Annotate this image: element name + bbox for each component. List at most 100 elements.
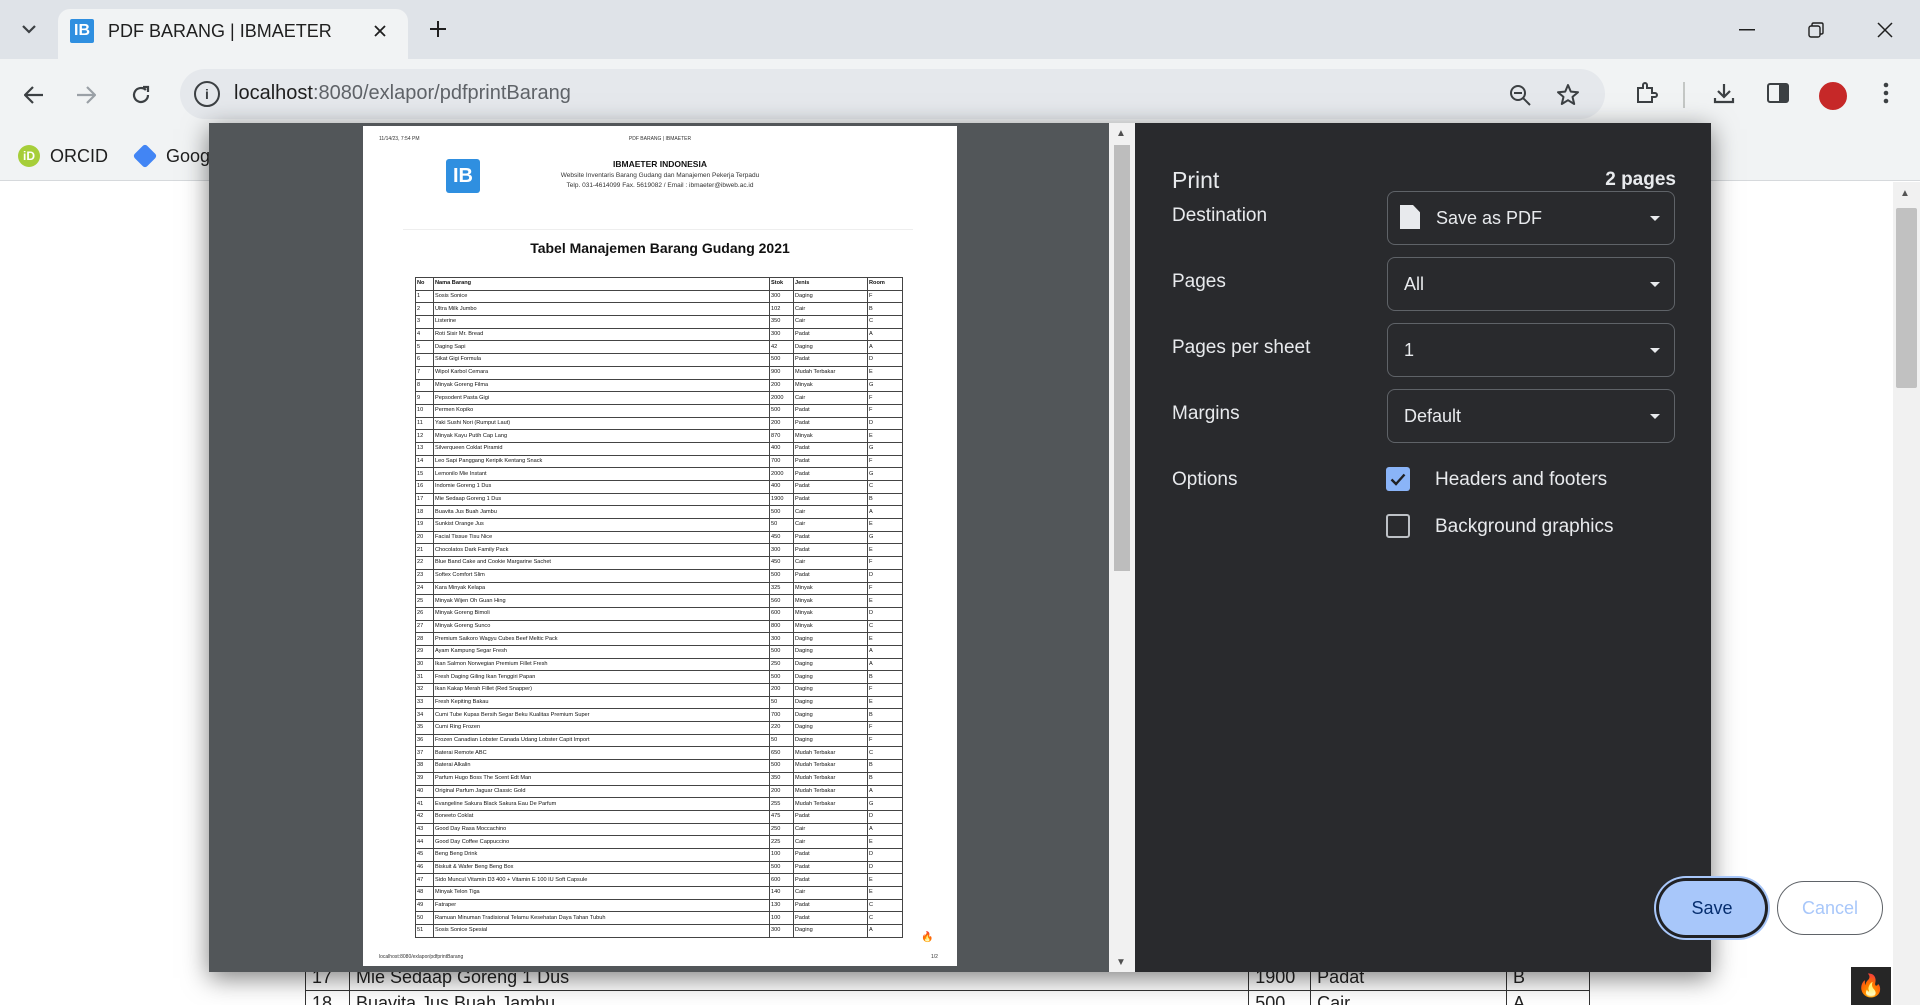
tab-close-button[interactable]: [366, 17, 394, 45]
browser-toolbar: i localhost:8080/exlapor/pdfprintBarang: [0, 59, 1920, 131]
cell-no: 20: [415, 530, 434, 545]
pages-per-sheet-select[interactable]: 1: [1387, 323, 1675, 377]
cell-no: 26: [415, 606, 434, 621]
headers-footers-label[interactable]: Headers and footers: [1435, 469, 1607, 491]
cell-nama: Daging Sapi: [433, 340, 770, 355]
new-tab-button[interactable]: [422, 13, 454, 45]
pages-select[interactable]: All: [1387, 257, 1675, 311]
side-panel-icon[interactable]: [1761, 76, 1795, 110]
close-window-button[interactable]: [1865, 12, 1905, 48]
minimize-button[interactable]: [1727, 12, 1767, 48]
bookmark-google[interactable]: Goog: [132, 141, 211, 171]
menu-kebab-icon[interactable]: [1869, 76, 1903, 110]
back-button[interactable]: [16, 77, 52, 113]
background-graphics-checkbox[interactable]: [1386, 514, 1410, 538]
scrollbar-thumb[interactable]: [1896, 208, 1917, 388]
preview-header-title: PDF BARANG | IBMAETER: [628, 136, 692, 142]
table-row: 49 Fatraper 130 Padat C: [415, 898, 903, 913]
cell-room: F: [867, 289, 903, 304]
cell-no: 29: [415, 644, 434, 659]
cell-stok: 300: [769, 543, 794, 558]
table-row: 45 Beng Beng Drink 100 Padat D: [415, 847, 903, 862]
forward-button[interactable]: [68, 77, 104, 113]
reload-button[interactable]: [123, 77, 159, 113]
destination-label: Destination: [1172, 205, 1268, 226]
cell-room: G: [867, 530, 903, 545]
save-button[interactable]: Save: [1659, 881, 1765, 935]
pages-label: Pages: [1172, 271, 1226, 292]
tab-favicon: IB: [70, 19, 94, 43]
zoom-icon[interactable]: [1506, 81, 1534, 109]
table-row: 1 Sosis Sonice 300 Daging F: [415, 289, 903, 304]
cell-jenis: Daging: [793, 657, 868, 672]
cell-jenis: Cair: [793, 518, 868, 532]
cell-no: 9: [415, 391, 434, 405]
tab-title: PDF BARANG | IBMAETER: [108, 21, 332, 41]
destination-select[interactable]: Save as PDF: [1387, 191, 1675, 245]
cell-nama: Buavita Jus Buah Jambu: [348, 990, 1250, 1005]
cell-jenis: Cair: [793, 835, 868, 849]
download-icon[interactable]: [1707, 76, 1741, 110]
table-row: 23 Softex Comfort Slim 500 Padat D: [415, 568, 903, 583]
margins-select[interactable]: Default: [1387, 389, 1675, 443]
cell-stok: 500: [769, 403, 794, 418]
page-scrollbar[interactable]: ▲: [1893, 182, 1920, 1005]
table-header-row: No Nama Barang Stok Jenis Room: [415, 277, 903, 291]
cell-no: 50: [415, 911, 434, 926]
scroll-up-arrow-icon[interactable]: ▲: [1900, 188, 1910, 199]
pages-per-sheet-label: Pages per sheet: [1172, 337, 1311, 358]
cell-no: 7: [415, 365, 434, 380]
scrollbar-thumb[interactable]: [1114, 145, 1130, 571]
extensions-icon[interactable]: [1629, 76, 1663, 110]
cancel-button[interactable]: Cancel: [1777, 881, 1883, 935]
cell-stok: 50: [769, 695, 794, 710]
cell-nama: Premium Saikoro Wagyu Cubes Beef Meltic …: [433, 632, 770, 646]
cell-jenis: Padat: [793, 441, 868, 456]
background-graphics-label[interactable]: Background graphics: [1435, 516, 1614, 538]
table-row: 17 Mie Sedaap Goreng 1 Dus 1900 Padat B: [415, 492, 903, 507]
bookmark-label: Goog: [166, 145, 211, 166]
cell-room: A: [867, 784, 903, 799]
bookmark-star-icon[interactable]: [1554, 81, 1582, 109]
cell-stok: 200: [769, 378, 794, 393]
cell-room: D: [867, 860, 903, 875]
cell-nama: Evangeline Sakura Black Sakura Eau De Pa…: [433, 797, 770, 811]
cell-no: 28: [415, 632, 434, 646]
headers-footers-checkbox[interactable]: [1386, 467, 1410, 491]
flame-icon[interactable]: 🔥: [1851, 967, 1891, 1005]
scroll-up-arrow-icon[interactable]: ▲: [1116, 128, 1126, 139]
table-row: 33 Fresh Kepiting Bakau 50 Daging E: [415, 695, 903, 710]
cell-jenis: Padat: [793, 847, 868, 862]
address-bar[interactable]: i localhost:8080/exlapor/pdfprintBarang: [180, 69, 1605, 119]
browser-tab[interactable]: IB PDF BARANG | IBMAETER: [58, 9, 408, 59]
cell-room: E: [867, 543, 903, 558]
print-title: Print: [1172, 167, 1220, 193]
url-host: localhost: [234, 82, 313, 104]
restore-button[interactable]: [1796, 12, 1836, 48]
cell-stok: 300: [769, 924, 794, 938]
tab-search-button[interactable]: [14, 14, 44, 44]
column-header: No: [415, 277, 434, 291]
cell-no: 35: [415, 721, 434, 735]
cell-jenis: Minyak: [793, 606, 868, 621]
cell-jenis: Padat: [793, 530, 868, 545]
profile-avatar[interactable]: [1817, 80, 1849, 112]
toolbar-divider: [1683, 82, 1685, 108]
column-header: Stok: [769, 277, 794, 291]
bookmark-orcid[interactable]: iD ORCID: [18, 141, 108, 171]
preview-scrollbar[interactable]: ▲ ▼: [1109, 123, 1135, 972]
arrow-left-icon: [24, 86, 43, 104]
cell-no: 33: [415, 695, 434, 710]
table-row: 50 Ramuan Minuman Tradisional Telamu Kese…: [415, 911, 903, 926]
cell-room: E: [867, 835, 903, 849]
cell-nama: Cumi Ring Frozen: [433, 721, 770, 735]
cell-jenis: Cair: [793, 822, 868, 837]
cell-room: E: [867, 632, 903, 646]
cell-jenis: Cair: [793, 391, 868, 405]
cell-no: 19: [415, 518, 434, 532]
site-info-icon[interactable]: i: [194, 81, 220, 107]
page-count: 2 pages: [1605, 169, 1676, 190]
scroll-down-arrow-icon[interactable]: ▼: [1116, 957, 1126, 968]
cell-stok: 130: [769, 898, 794, 913]
cell-no: 38: [415, 759, 434, 773]
